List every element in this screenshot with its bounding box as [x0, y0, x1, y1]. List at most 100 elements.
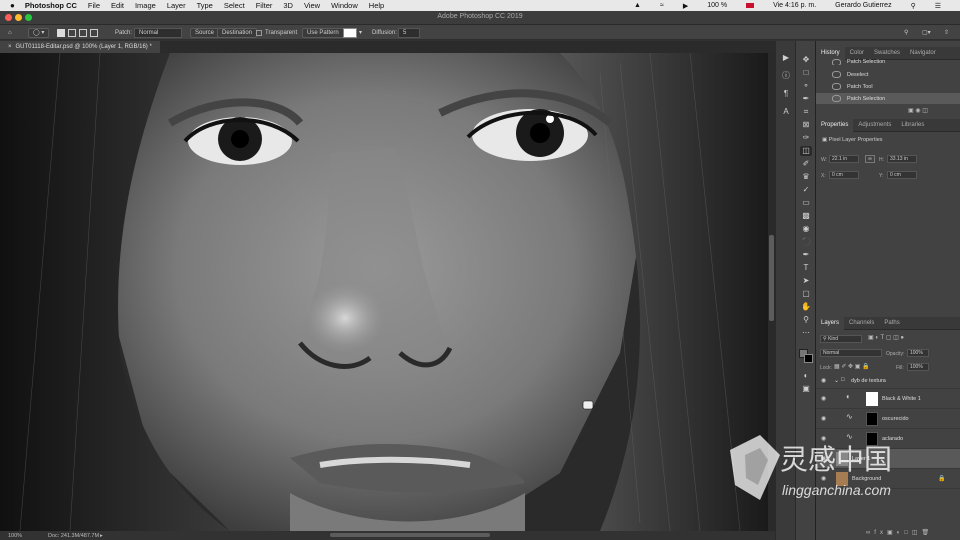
- tab-properties[interactable]: Properties: [816, 118, 854, 132]
- tab-adjustments[interactable]: Adjustments: [853, 119, 896, 132]
- more-tools-icon[interactable]: ⋯: [800, 328, 812, 338]
- clock-label[interactable]: Vie 4:16 p. m.: [773, 2, 816, 9]
- user-label[interactable]: Gerardo Gutierrez: [835, 2, 891, 9]
- shape-tool-icon[interactable]: ▢: [800, 289, 812, 299]
- stamp-tool-icon[interactable]: ♛: [800, 172, 812, 182]
- gradient-tool-icon[interactable]: ▩: [800, 211, 812, 221]
- layer-row[interactable]: ◉ ⌄ □ dyb de textura: [816, 373, 960, 389]
- tab-history[interactable]: History: [816, 46, 845, 60]
- history-item[interactable]: Patch Tool: [816, 81, 960, 92]
- history-brush-icon[interactable]: ✓: [800, 185, 812, 195]
- x-field[interactable]: 0 cm: [829, 171, 859, 179]
- zoom-level[interactable]: 100%: [8, 533, 22, 539]
- menu-type[interactable]: Type: [197, 1, 213, 10]
- visibility-eye-icon[interactable]: ◉: [821, 395, 826, 402]
- quick-mask-icon[interactable]: ◐: [800, 371, 812, 381]
- diffusion-input[interactable]: 5: [398, 27, 420, 38]
- fill-field[interactable]: 100%: [907, 363, 929, 371]
- volume-icon[interactable]: ▶: [683, 2, 688, 10]
- eyedropper-icon[interactable]: ✑: [800, 133, 812, 143]
- dropbox-icon[interactable]: ▲: [634, 2, 641, 9]
- pen-tool-icon[interactable]: ✒: [800, 250, 812, 260]
- menu-file[interactable]: File: [88, 1, 100, 10]
- doc-size[interactable]: Doc: 241.3M/487.7M: [48, 533, 99, 539]
- type-tool-icon[interactable]: T: [800, 263, 812, 273]
- layer-row[interactable]: ◉ ∿ oscurecido: [816, 409, 960, 429]
- tab-channels[interactable]: Channels: [844, 317, 879, 330]
- status-arrow-icon[interactable]: ▸: [100, 533, 103, 539]
- menu-select[interactable]: Select: [224, 1, 245, 10]
- tab-color[interactable]: Color: [845, 47, 869, 60]
- patch-mode-select[interactable]: Normal: [134, 27, 182, 38]
- transparent-checkbox[interactable]: Transparent: [256, 27, 297, 38]
- home-icon[interactable]: ⌂: [8, 27, 12, 38]
- tool-preset-picker[interactable]: ◯ ▾: [28, 27, 50, 38]
- menu-help[interactable]: Help: [369, 1, 384, 10]
- layer-kind-filter[interactable]: ⚲ Kind: [820, 335, 862, 343]
- history-item[interactable]: Patch Selection: [816, 59, 960, 65]
- menu-layer[interactable]: Layer: [167, 1, 186, 10]
- tab-swatches[interactable]: Swatches: [869, 47, 905, 60]
- vertical-scroll-thumb[interactable]: [769, 235, 774, 321]
- path-select-icon[interactable]: ➤: [800, 276, 812, 286]
- share-icon[interactable]: ⇧: [944, 27, 949, 38]
- blur-tool-icon[interactable]: ◉: [800, 224, 812, 234]
- menu-window[interactable]: Window: [331, 1, 358, 10]
- pattern-picker[interactable]: ▾: [343, 27, 362, 38]
- image-canvas[interactable]: [0, 53, 768, 531]
- zoom-tool-icon[interactable]: ⚲: [800, 315, 812, 325]
- y-field[interactable]: 0 cm: [887, 171, 917, 179]
- tab-layers[interactable]: Layers: [816, 316, 845, 330]
- hand-tool-icon[interactable]: ✋: [800, 302, 812, 312]
- link-icon[interactable]: ∞: [865, 155, 875, 163]
- character-icon[interactable]: A: [780, 107, 792, 117]
- menu-3d[interactable]: 3D: [283, 1, 293, 10]
- wifi-icon[interactable]: ≈: [660, 2, 664, 9]
- menu-filter[interactable]: Filter: [256, 1, 273, 10]
- blend-mode-select[interactable]: Normal: [820, 349, 882, 357]
- group-chevron-icon[interactable]: ⌄: [834, 377, 839, 384]
- move-tool-icon[interactable]: ✥: [800, 55, 812, 65]
- menu-edit[interactable]: Edit: [111, 1, 124, 10]
- document-tab[interactable]: × GUT01118-Editar.psd @ 100% (Layer 1, R…: [0, 41, 160, 53]
- tab-paths[interactable]: Paths: [879, 317, 904, 330]
- horizontal-scroll-thumb[interactable]: [330, 533, 490, 537]
- visibility-eye-icon[interactable]: ◉: [821, 377, 826, 384]
- visibility-eye-icon[interactable]: ◉: [821, 415, 826, 422]
- width-field[interactable]: 22.1 in: [829, 155, 859, 163]
- use-pattern-button[interactable]: Use Pattern: [302, 27, 344, 38]
- opacity-field[interactable]: 100%: [907, 349, 929, 357]
- search-icon[interactable]: ⚲: [904, 27, 908, 38]
- lock-icons[interactable]: ▦ ✐ ✥ ▣ 🔒: [834, 363, 870, 370]
- layer-row[interactable]: ◉ ◐ Black & White 1: [816, 389, 960, 409]
- dodge-tool-icon[interactable]: ⚫: [800, 237, 812, 247]
- height-field[interactable]: 33.13 in: [887, 155, 917, 163]
- flag-icon[interactable]: [746, 3, 755, 8]
- layer-filter-icons[interactable]: ▣ ◐ T ▢ ◫ ●: [868, 334, 904, 341]
- eraser-icon[interactable]: ▭: [800, 198, 812, 208]
- tab-libraries[interactable]: Libraries: [896, 119, 929, 132]
- history-footer-icons[interactable]: ▣ ◉ ◫: [908, 107, 928, 114]
- close-tab-icon[interactable]: ×: [8, 44, 12, 50]
- quick-select-icon[interactable]: ✒: [800, 94, 812, 104]
- paragraph-icon[interactable]: ¶: [780, 89, 792, 99]
- crop-tool-icon[interactable]: ⌗: [800, 107, 812, 117]
- history-item-selected[interactable]: Patch Selection: [816, 93, 960, 104]
- play-icon[interactable]: ▶: [780, 53, 792, 63]
- menu-view[interactable]: View: [304, 1, 320, 10]
- battery-label[interactable]: 100 %: [707, 2, 727, 9]
- patch-tool-icon[interactable]: ◫: [800, 146, 812, 156]
- spotlight-icon[interactable]: ⚲: [911, 2, 916, 10]
- layers-footer-icons[interactable]: ∞fx▣◐□◫🗑: [866, 529, 933, 536]
- background-color-swatch[interactable]: [804, 354, 813, 363]
- brush-tool-icon[interactable]: ✐: [800, 159, 812, 169]
- workspace-icon[interactable]: ▢▾: [922, 27, 931, 38]
- apple-icon[interactable]: ●: [10, 1, 15, 10]
- source-button[interactable]: Source: [190, 27, 220, 38]
- tab-navigator[interactable]: Navigator: [905, 47, 941, 60]
- history-item[interactable]: Deselect: [816, 69, 960, 80]
- lasso-tool-icon[interactable]: ⚬: [800, 81, 812, 91]
- selection-mode-icons[interactable]: [57, 27, 98, 38]
- menu-image[interactable]: Image: [135, 1, 156, 10]
- info-icon[interactable]: ⓘ: [780, 71, 792, 81]
